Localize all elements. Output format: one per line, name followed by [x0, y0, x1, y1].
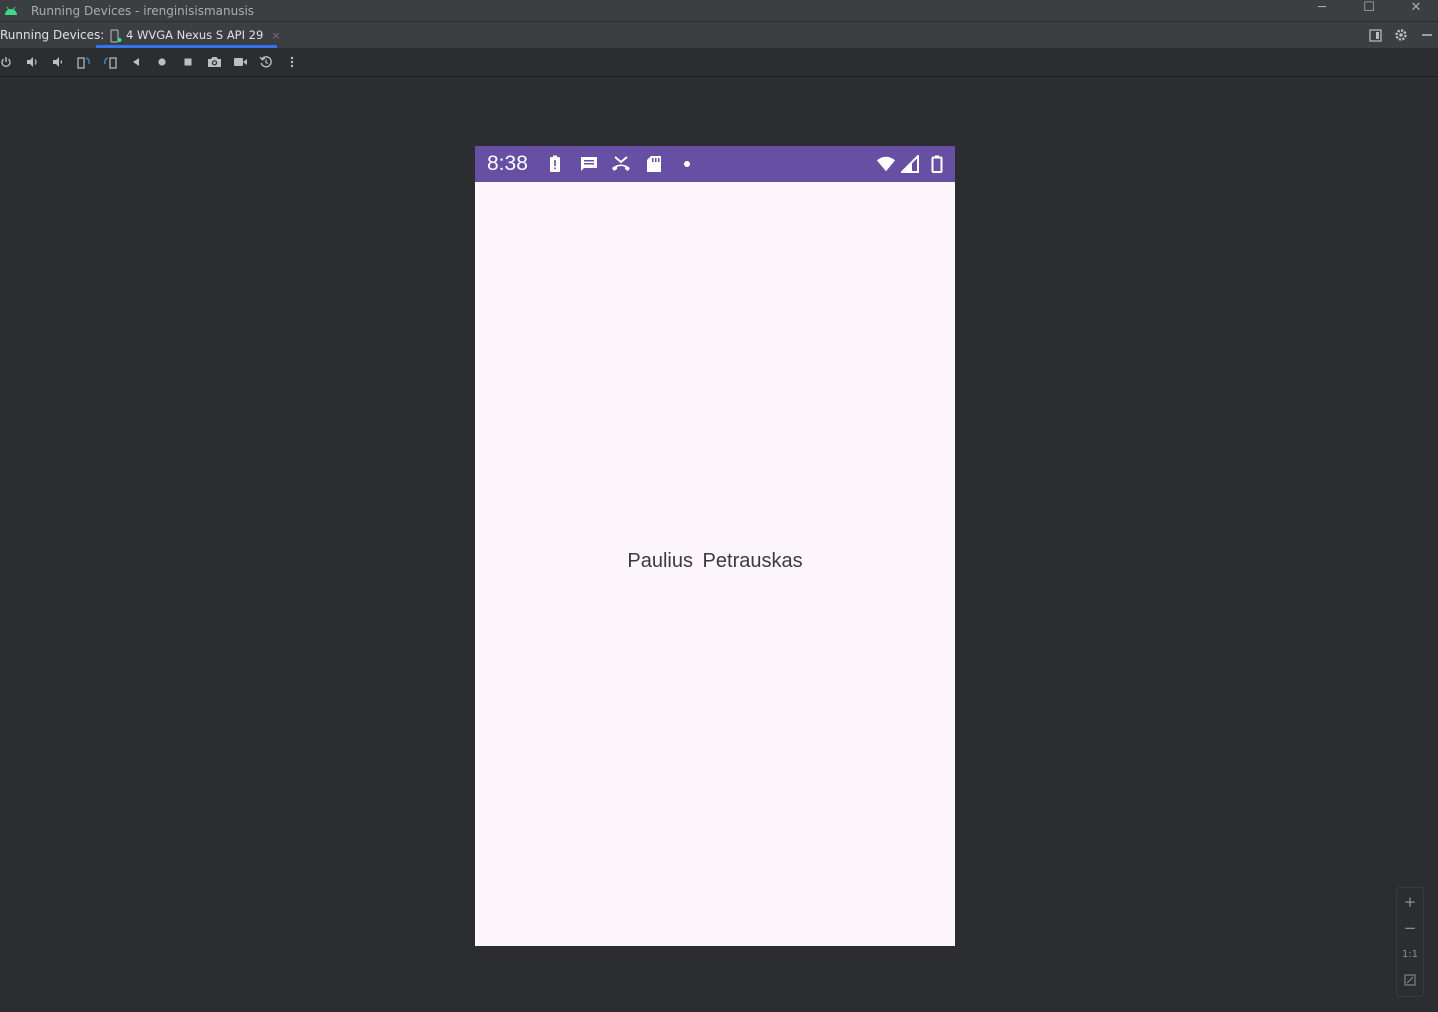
rotate-left-icon[interactable] [75, 54, 93, 70]
home-icon[interactable] [153, 54, 171, 70]
tab-device-label: 4 WVGA Nexus S API 29 [126, 28, 264, 42]
battery-icon [927, 154, 947, 174]
gear-icon[interactable] [1392, 26, 1410, 44]
wifi-icon [876, 154, 896, 174]
close-window-button[interactable]: ✕ [1401, 0, 1431, 15]
camera-icon[interactable] [205, 54, 223, 70]
rotate-right-icon[interactable] [101, 54, 119, 70]
app-content-text: Paulius Petrauskas [627, 550, 803, 572]
signal-icon [900, 154, 920, 174]
missed-call-icon [611, 154, 631, 174]
message-icon [579, 154, 599, 174]
running-devices-label: Running Devices: [0, 28, 105, 42]
more-notifications-dot-icon [677, 154, 697, 174]
minimize-button[interactable]: ─ [1307, 0, 1337, 15]
phone-icon [110, 28, 122, 43]
fit-screen-icon[interactable] [1397, 968, 1423, 992]
battery-alert-icon [545, 154, 565, 174]
back-icon[interactable] [127, 54, 145, 70]
tab-device[interactable]: 4 WVGA Nexus S API 29 × [96, 22, 281, 48]
layout-icon[interactable] [1366, 26, 1384, 44]
power-icon[interactable] [0, 54, 15, 70]
window-title: Running Devices - irenginisismanusis [31, 3, 255, 18]
overview-icon[interactable] [179, 54, 197, 70]
status-time: 8:38 [487, 152, 528, 175]
zoom-in-button[interactable]: + [1397, 890, 1423, 914]
running-devices-tabbar: Running Devices: 4 WVGA Nexus S API 29 × [0, 22, 1438, 48]
zoom-out-button[interactable]: − [1397, 916, 1423, 940]
window-title-bar: Running Devices - irenginisismanusis ─ ☐… [0, 0, 1438, 22]
volume-up-icon[interactable] [23, 54, 41, 70]
reset-icon[interactable] [257, 54, 275, 70]
sd-card-icon [644, 154, 664, 174]
tab-close-icon[interactable]: × [271, 29, 280, 42]
more-options-icon[interactable] [283, 54, 301, 70]
video-record-icon[interactable] [231, 54, 249, 70]
emulator-toolbar [0, 48, 1438, 77]
maximize-button[interactable]: ☐ [1354, 0, 1384, 15]
android-icon [4, 4, 24, 18]
device-screen[interactable]: 8:38 Paulius Petrauskas [475, 146, 955, 946]
zoom-panel: + − 1:1 [1396, 887, 1424, 997]
hide-panel-icon[interactable] [1418, 26, 1436, 44]
actual-size-button[interactable]: 1:1 [1397, 942, 1423, 966]
android-status-bar: 8:38 [475, 146, 955, 182]
volume-down-icon[interactable] [49, 54, 67, 70]
